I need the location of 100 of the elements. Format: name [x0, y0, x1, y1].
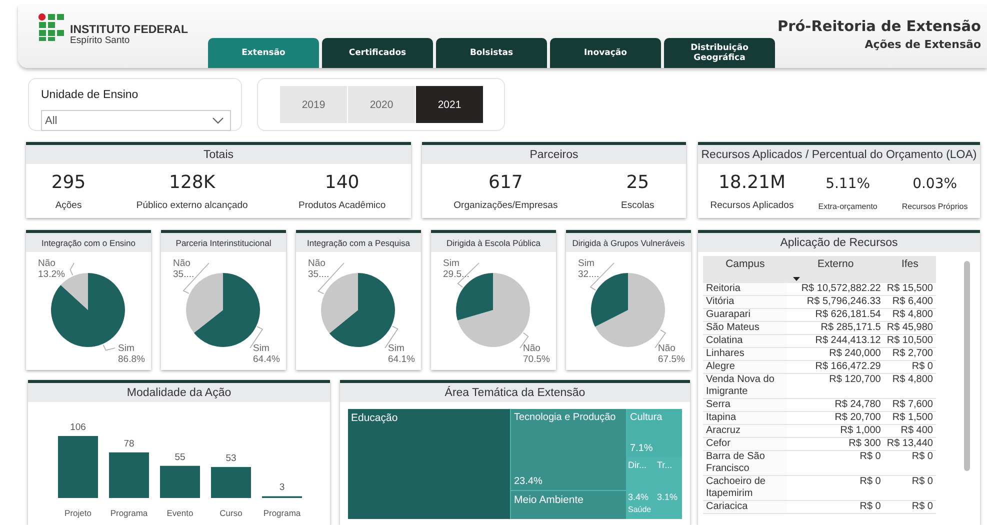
leader-line [102, 344, 116, 351]
card-title: Integração com a Pesquisa [306, 238, 410, 248]
institute-logo-icon [38, 13, 66, 41]
table-cell: Cariacica [703, 500, 788, 514]
bar [109, 452, 149, 498]
table-cell: R$ 15,500 [884, 283, 936, 296]
tile-label: Dir... [628, 460, 647, 470]
scrollbar-thumb[interactable] [964, 261, 970, 471]
leader-line [70, 262, 74, 276]
kpi-value: 18.21M [718, 172, 786, 195]
kpi-value: 5.11% [826, 175, 870, 194]
card-title: Área Temática da Extensão [444, 386, 586, 398]
category-label: Programa [110, 508, 148, 518]
card-title: Aplicação de Recursos [780, 236, 898, 248]
data-label: 55 [174, 452, 186, 463]
table-cell: R$ 0 [787, 450, 884, 476]
tile-label: Tecnologia e Produção [514, 412, 616, 423]
card-title: Parceria Interinstitucional [176, 238, 272, 248]
tile-percent: 3.1% [657, 492, 678, 502]
table-cell: R$ 1,000 [787, 424, 884, 438]
table-cell: R$ 10,572,882.22 [787, 283, 884, 296]
table-cell: R$ 45,980 [884, 322, 936, 334]
table-cell: Itapina [703, 412, 788, 424]
table-cell: R$ 1,500 [884, 412, 936, 424]
table-cell: Colatina [703, 334, 788, 348]
table-cell: R$ 120,700 [787, 374, 884, 398]
table-cell: Alegre [703, 360, 788, 374]
card-title: Totais [203, 148, 234, 160]
slicer-label: Unidade de Ensino [41, 89, 138, 101]
kpi-label: Recursos Próprios [902, 202, 968, 211]
report-subtitle: Ações de Extensão [864, 38, 981, 51]
card-title: Dirigida à Escola Pública [446, 238, 541, 248]
treemap-tile[interactable]: Tecnologia e Produção 23.4% [511, 409, 626, 490]
slice-label: Não 35.... [173, 258, 194, 280]
kpi-label: Ações [55, 200, 82, 211]
slice-label: Não 35.... [308, 258, 330, 280]
report-title: Pró-Reitoria de Extensão [777, 19, 981, 35]
slice-label: Sim 29.5... [443, 258, 470, 280]
column-header[interactable]: Ifes [884, 256, 936, 283]
year-button[interactable]: 2021 [416, 86, 483, 123]
table-cell: R$ 0 [787, 476, 884, 500]
table-cell: R$ 285,171.5 [787, 322, 884, 334]
institute-subtitle: Espírito Santo [70, 36, 131, 46]
chevron-down-icon [212, 117, 224, 124]
treemap-tile[interactable]: Educação [348, 409, 510, 519]
table-cell: R$ 4,800 [884, 374, 936, 398]
kpi-label: Organizações/Empresas [454, 200, 558, 211]
kpi-value: 140 [324, 172, 360, 195]
page-tab[interactable]: Bolsistas [436, 38, 547, 68]
tile-percent: 3.4% [628, 492, 649, 502]
bar [211, 467, 251, 498]
kpi-label: Público externo alcançado [136, 200, 248, 211]
data-label: 78 [124, 438, 134, 450]
unit-dropdown[interactable]: All [41, 110, 231, 131]
column-header[interactable]: Externo [787, 256, 884, 283]
slice-label: Sim 86.8% [118, 343, 145, 365]
table-cell: R$ 13,440 [884, 438, 936, 450]
tile-label: Cultura [630, 412, 662, 423]
kpi-value: 25 [626, 172, 650, 195]
page-tab[interactable]: Inovação [550, 38, 661, 68]
tile-label: Meio Ambiente [514, 494, 584, 506]
column-header[interactable]: Campus [703, 256, 788, 283]
card-title: Modalidade da Ação [126, 386, 232, 398]
year-button[interactable]: 2019 [280, 86, 347, 123]
bar [160, 466, 200, 498]
year-button[interactable]: 2020 [348, 86, 415, 123]
bar [58, 436, 98, 498]
slice-label: Sim 64.4% [253, 343, 280, 365]
kpi-label: Escolas [621, 200, 654, 211]
card-title: Dirigida à Grupos Vulneráveis [572, 238, 685, 248]
table-cell: Venda Nova do Imigrante [703, 374, 788, 398]
table-cell: R$ 240,000 [787, 348, 884, 360]
table-cell: R$ 7,600 [884, 398, 936, 412]
table-cell: R$ 10,500 [884, 334, 936, 348]
table-cell: R$ 0 [787, 500, 884, 514]
slice-label: Sim 32.... [578, 258, 600, 280]
treemap-tile[interactable]: Meio Ambiente [511, 491, 626, 519]
category-label: Curso [220, 508, 242, 518]
tile-percent: 23.4% [514, 476, 542, 487]
card-title: Integração com o Ensino [41, 238, 136, 248]
tile-percent: 7.1% [630, 443, 653, 454]
page-tab[interactable]: Certificados [322, 38, 433, 68]
table-cell: R$ 244,413.12 [787, 334, 884, 348]
card-title: Recursos Aplicados / Percentual do Orçamento (LOA) [701, 148, 977, 160]
page-tab[interactable]: Extensão [208, 38, 319, 68]
kpi-label: Extra-orçamento [818, 202, 878, 211]
kpi-value: 0.03% [912, 175, 958, 194]
table-cell: Aracruz [703, 424, 788, 438]
tile-label: Educação [351, 412, 398, 424]
table-cell: R$ 626,181.54 [787, 308, 884, 322]
sort-descending-icon [793, 277, 800, 281]
category-label: Programa [263, 508, 301, 518]
table-cell: R$ 6,400 [884, 296, 936, 308]
slice-label: Sim 64.1% [388, 343, 415, 365]
table-cell: R$ 4,800 [884, 308, 936, 322]
slice-label: Não 67.5% [658, 343, 685, 365]
table-cell: R$ 400 [884, 424, 936, 438]
table-cell: R$ 2,700 [884, 348, 936, 360]
page-tab[interactable]: Distribuição Geográfica [664, 38, 775, 68]
kpi-label: Produtos Acadêmico [298, 200, 386, 211]
